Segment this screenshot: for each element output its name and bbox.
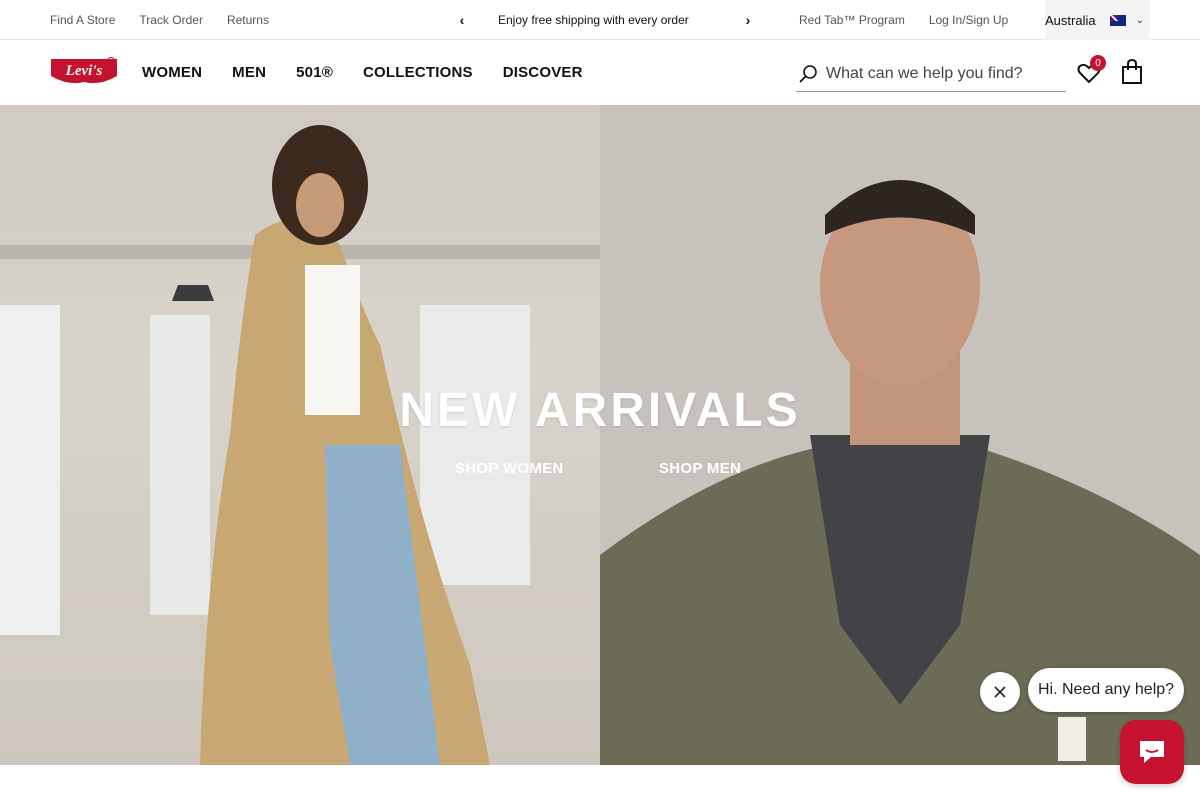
nav-discover[interactable]: DISCOVER bbox=[503, 64, 583, 81]
category-nav: WOMEN MEN 501® COLLECTIONS DISCOVER bbox=[142, 40, 583, 105]
utility-links-right: Red Tab™ Program Log In/Sign Up bbox=[799, 0, 1008, 40]
main-navigation: Levi's WOMEN MEN 501® COLLECTIONS DISCOV… bbox=[0, 40, 1200, 105]
levis-logo[interactable]: Levi's bbox=[50, 56, 118, 88]
promo-carousel: ‹ Enjoy free shipping with every order › bbox=[450, 0, 760, 40]
chevron-down-icon: ⌄ bbox=[1135, 14, 1144, 26]
login-signup-link[interactable]: Log In/Sign Up bbox=[929, 13, 1008, 27]
wishlist-count-badge: 0 bbox=[1090, 55, 1106, 71]
track-order-link[interactable]: Track Order bbox=[139, 13, 203, 27]
australia-flag-icon bbox=[1109, 14, 1126, 26]
svg-text:Levi's: Levi's bbox=[65, 63, 103, 79]
nav-collections[interactable]: COLLECTIONS bbox=[363, 64, 473, 81]
promo-next-icon[interactable]: › bbox=[736, 8, 760, 32]
search-bar bbox=[796, 56, 1066, 92]
find-store-link[interactable]: Find A Store bbox=[50, 13, 115, 27]
utility-bar: Find A Store Track Order Returns ‹ Enjoy… bbox=[0, 0, 1200, 40]
nav-men[interactable]: MEN bbox=[232, 64, 266, 81]
search-input[interactable] bbox=[826, 64, 1056, 83]
red-tab-program-link[interactable]: Red Tab™ Program bbox=[799, 13, 905, 27]
hero-banner: NEW ARRIVALS SHOP WOMEN SHOP MEN bbox=[0, 105, 1200, 765]
hero-title: NEW ARRIVALS bbox=[399, 384, 801, 437]
shopping-bag-icon bbox=[1122, 58, 1142, 84]
chat-icon bbox=[1140, 741, 1164, 763]
utility-links-left: Find A Store Track Order Returns bbox=[50, 0, 269, 40]
shop-women-link[interactable]: SHOP WOMEN bbox=[455, 460, 564, 477]
shop-men-link[interactable]: SHOP MEN bbox=[659, 460, 741, 477]
nav-women[interactable]: WOMEN bbox=[142, 64, 202, 81]
chat-greeting-bubble[interactable]: Hi. Need any help? bbox=[1028, 668, 1184, 712]
promo-prev-icon[interactable]: ‹ bbox=[450, 8, 474, 32]
returns-link[interactable]: Returns bbox=[227, 13, 269, 27]
close-icon bbox=[994, 686, 1006, 698]
promo-text: Enjoy free shipping with every order bbox=[498, 13, 689, 27]
chat-dismiss-button[interactable] bbox=[980, 672, 1020, 712]
country-label: Australia bbox=[1045, 12, 1096, 28]
shopping-bag-button[interactable] bbox=[1120, 58, 1144, 85]
search-icon[interactable] bbox=[798, 64, 818, 84]
country-selector[interactable]: Australia ⌄ bbox=[1045, 0, 1150, 40]
wishlist-button[interactable]: 0 bbox=[1076, 55, 1106, 86]
nav-501[interactable]: 501® bbox=[296, 64, 333, 81]
chat-open-button[interactable] bbox=[1120, 720, 1184, 784]
